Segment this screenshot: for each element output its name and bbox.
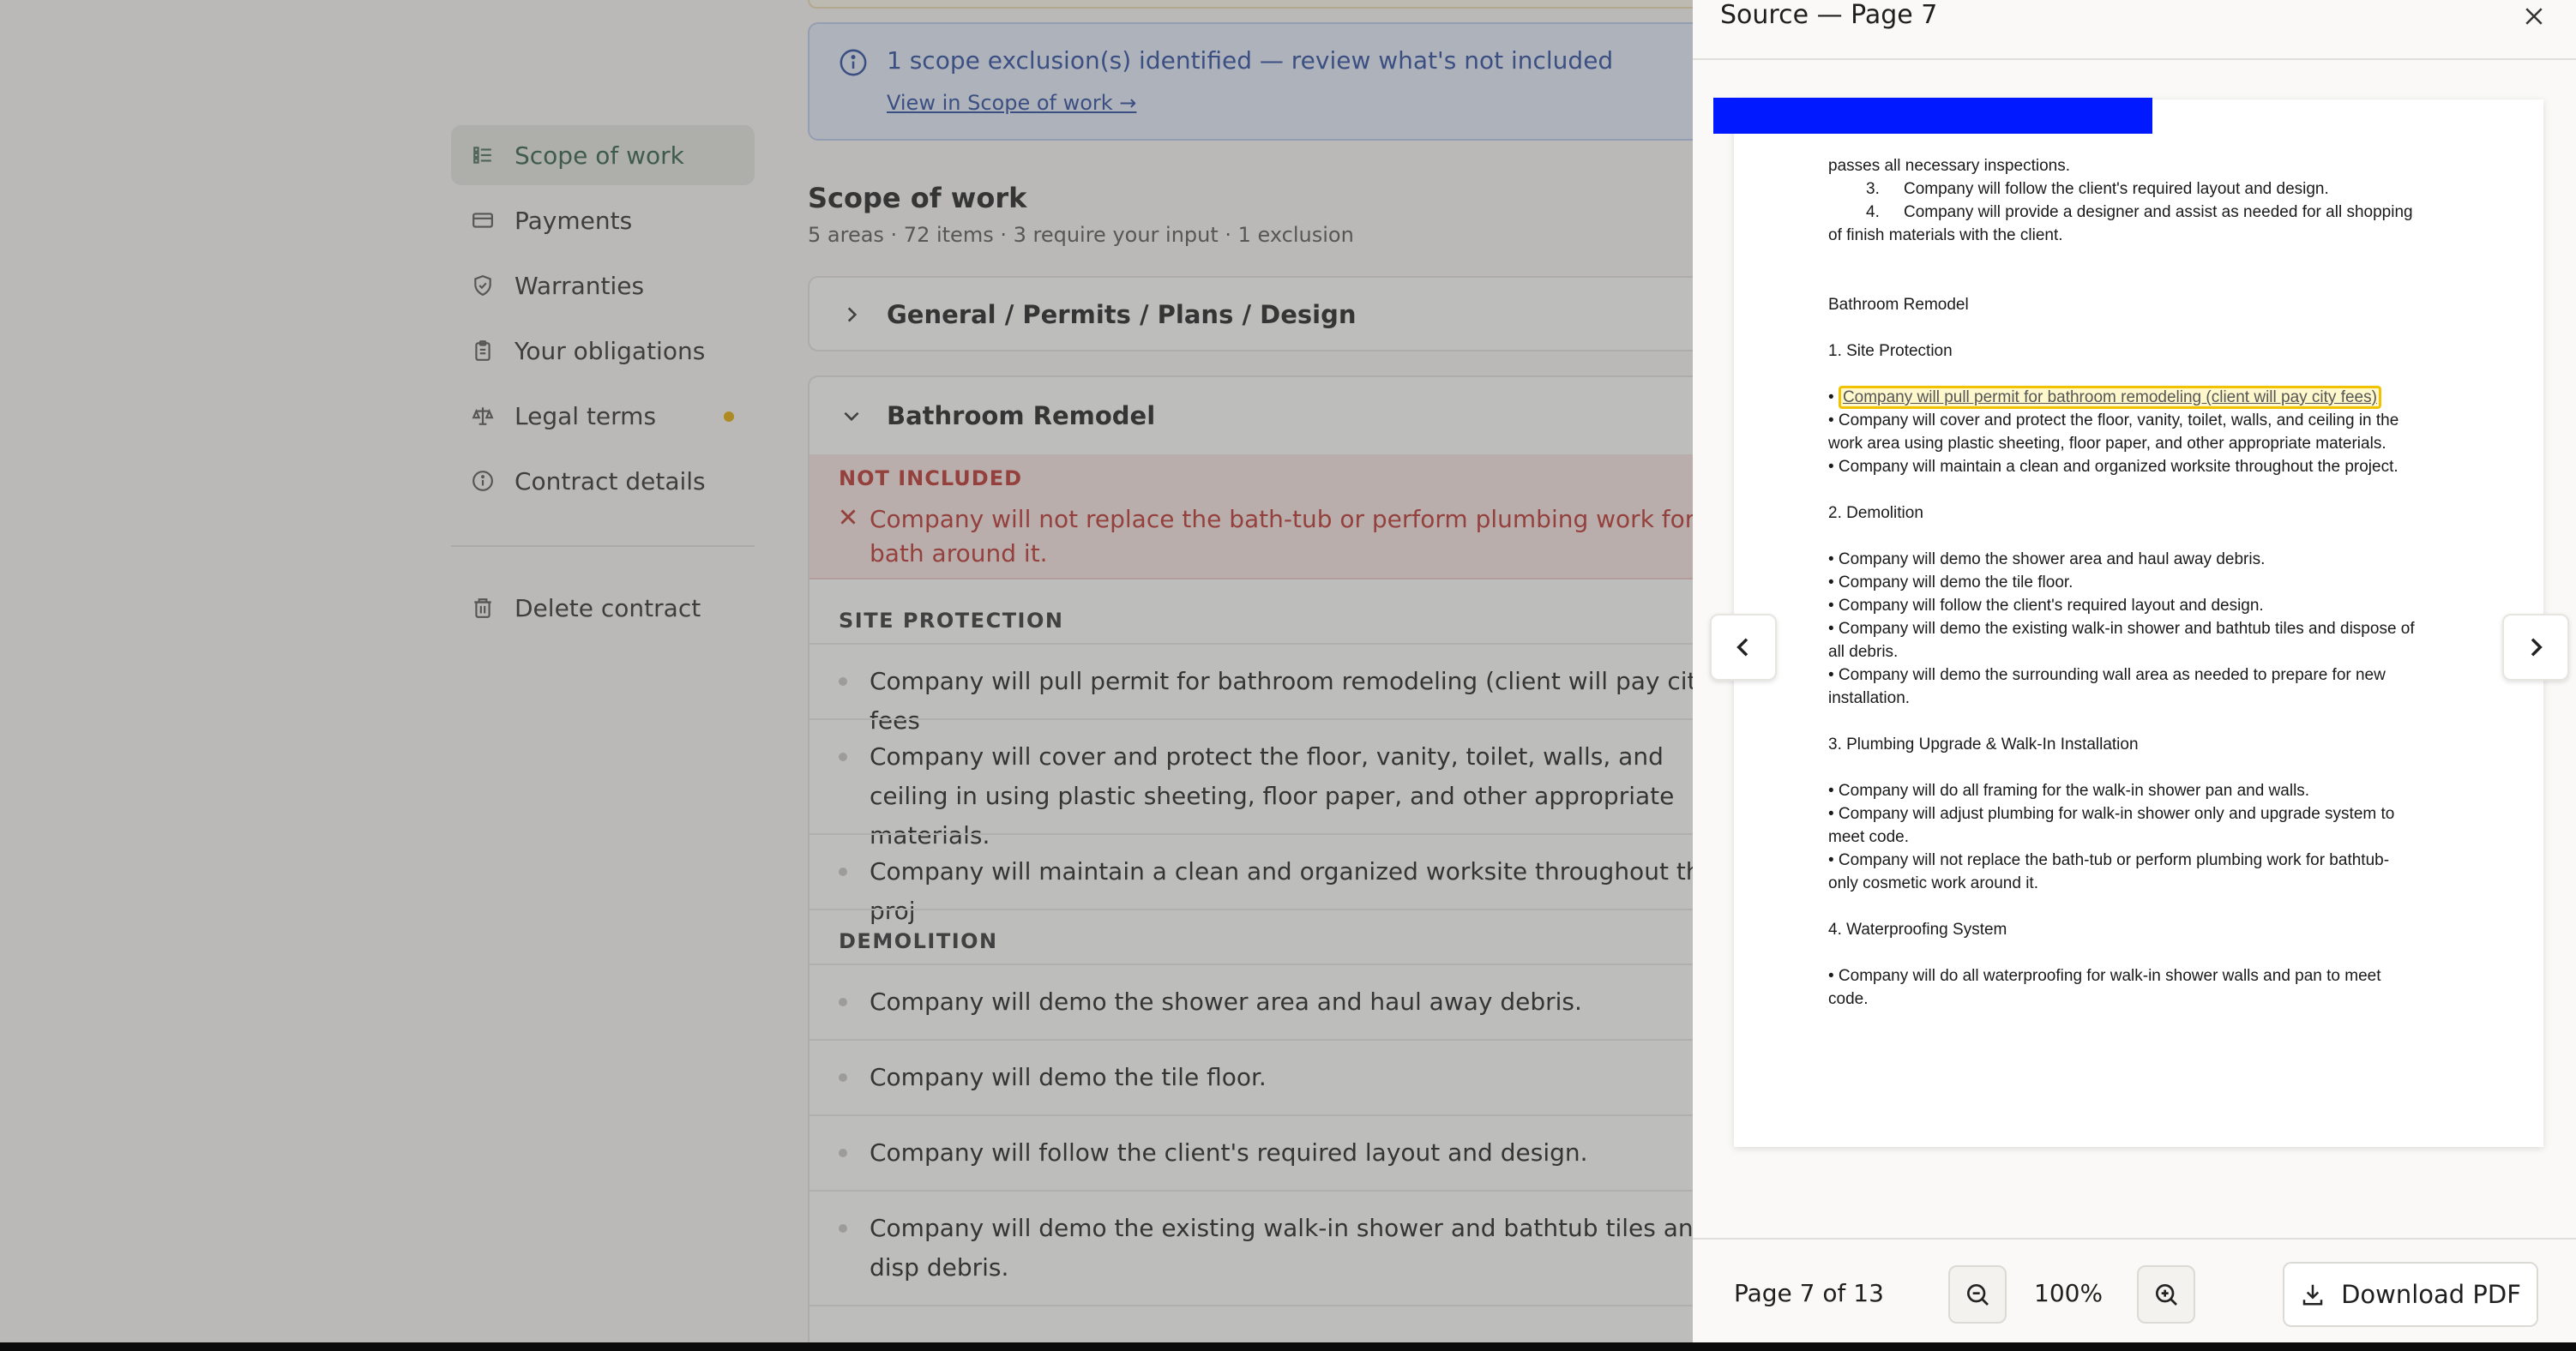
download-label: Download PDF [2341, 1280, 2521, 1309]
doc-line-text: Company will follow the client's require… [1904, 180, 2329, 198]
next-page-button[interactable] [2502, 614, 2569, 681]
zoom-out-button[interactable] [1948, 1265, 2007, 1324]
highlighted-source-text: Company will pull permit for bathroom re… [1838, 386, 2381, 409]
modal-backdrop[interactable] [0, 0, 1693, 1351]
screen-bottom-edge [0, 1342, 2576, 1351]
doc-line: passes all necessary inspections. [1828, 157, 2070, 175]
zoom-level: 100% [2034, 1279, 2104, 1307]
doc-line: • Company will demo the existing walk-in… [1828, 620, 2415, 638]
pdf-page-text: passes all necessary inspections. 3. Comp… [1828, 154, 2446, 1011]
doc-line: • Company will do all framing for the wa… [1828, 782, 2310, 800]
doc-subheading: 3. Plumbing Upgrade & Walk-In Installati… [1828, 736, 2139, 754]
pdf-page: passes all necessary inspections. 3. Comp… [1713, 98, 2543, 1147]
download-pdf-button[interactable]: Download PDF [2283, 1262, 2538, 1327]
doc-heading: Bathroom Remodel [1828, 296, 1969, 314]
doc-line: code. [1828, 990, 1869, 1008]
doc-line: • Company will demo the tile floor. [1828, 573, 2073, 591]
doc-line: • Company will demo the surrounding wall… [1828, 666, 2386, 684]
doc-line: 4. Company will provide a designer and as… [1828, 201, 2446, 224]
doc-line: • Company will not replace the bath-tub … [1828, 851, 2390, 869]
doc-line: 3. Company will follow the client's requi… [1828, 177, 2446, 201]
doc-line: • Company will follow the client's requi… [1828, 597, 2264, 615]
doc-line: work area using plastic sheeting, floor … [1828, 435, 2386, 453]
panel-footer: Page 7 of 13 100% Download PDF [1693, 1238, 2576, 1351]
panel-divider [1693, 58, 2576, 60]
doc-subheading: 1. Site Protection [1828, 342, 1953, 360]
chevron-right-icon [2531, 638, 2543, 657]
doc-subheading: 4. Waterproofing System [1828, 921, 2007, 939]
doc-line: • Company will pull permit for bathroom … [1828, 386, 2446, 409]
close-icon[interactable] [2521, 3, 2547, 29]
doc-line: installation. [1828, 689, 1911, 707]
doc-line-text: Company will provide a designer and assi… [1904, 203, 2413, 221]
source-panel: Source — Page 7 passes all necessary ins… [1693, 0, 2576, 1351]
zoom-in-button[interactable] [2137, 1265, 2195, 1324]
doc-line: only cosmetic work around it. [1828, 874, 2038, 892]
doc-line: • Company will cover and protect the flo… [1828, 411, 2399, 429]
doc-line: meet code. [1828, 828, 1909, 846]
download-icon [2302, 1284, 2323, 1306]
doc-line: all debris. [1828, 643, 1899, 661]
doc-list-number: 4. [1866, 203, 1880, 221]
doc-subheading: 2. Demolition [1828, 504, 1923, 522]
doc-line: • Company will maintain a clean and orga… [1828, 458, 2398, 476]
redaction-bar [1713, 98, 2152, 134]
doc-line: • Company will demo the shower area and … [1828, 550, 2266, 568]
doc-line: • Company will do all waterproofing for … [1828, 967, 2381, 985]
chevron-left-icon [1736, 638, 1748, 657]
doc-line: of finish materials with the client. [1828, 226, 2063, 244]
page-indicator: Page 7 of 13 [1734, 1279, 1884, 1307]
panel-title: Source — Page 7 [1720, 0, 1938, 30]
zoom-out-icon [1967, 1284, 1989, 1306]
zoom-in-icon [2156, 1284, 2177, 1306]
doc-line: • Company will adjust plumbing for walk-… [1828, 805, 2395, 823]
previous-page-button[interactable] [1710, 614, 1777, 681]
doc-list-number: 3. [1866, 180, 1880, 198]
